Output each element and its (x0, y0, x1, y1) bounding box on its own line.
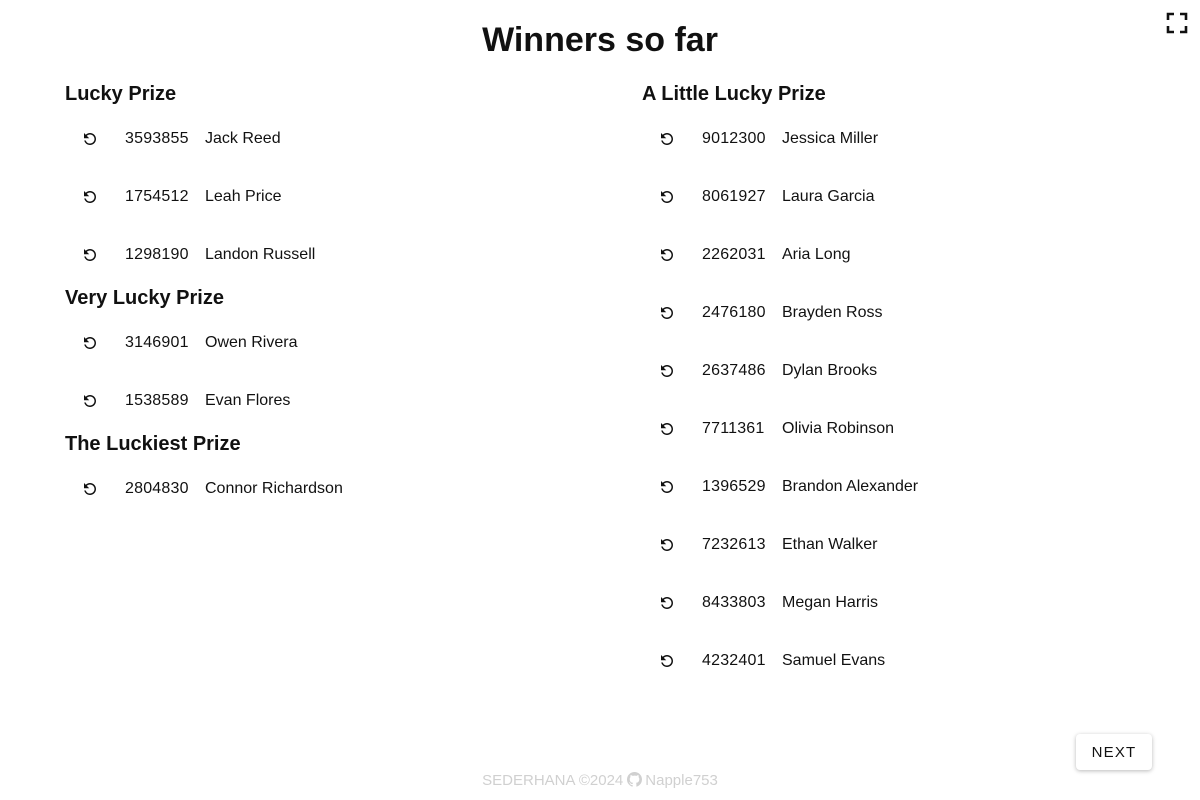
prize-column-right: A Little Lucky Prize 9012300 Jessica Mille… (642, 80, 1162, 690)
winner-row: 1538589 Evan Flores (65, 372, 585, 430)
reroll-button[interactable] (80, 245, 100, 265)
reroll-button[interactable] (80, 129, 100, 149)
refresh-icon (661, 481, 673, 493)
reroll-button[interactable] (80, 391, 100, 411)
reroll-button[interactable] (657, 187, 677, 207)
fullscreen-icon (1166, 12, 1188, 34)
winner-name: Laura Garcia (782, 188, 875, 205)
reroll-button[interactable] (657, 419, 677, 439)
winner-row: 7232613 Ethan Walker (642, 516, 1162, 574)
winner-ticket-number: 2637486 (702, 362, 766, 379)
refresh-icon (661, 307, 673, 319)
winner-ticket-number: 9012300 (702, 130, 766, 147)
refresh-icon (84, 249, 96, 261)
refresh-icon (661, 249, 673, 261)
winner-ticket-number: 1298190 (125, 246, 189, 263)
footer-brand: SEDERHANA ©2024 (482, 772, 624, 789)
fullscreen-button[interactable] (1166, 12, 1188, 34)
winner-name: Jessica Miller (782, 130, 879, 147)
winner-ticket-number: 1538589 (125, 392, 189, 409)
winner-row: 2637486 Dylan Brooks (642, 342, 1162, 400)
winner-name: Brandon Alexander (782, 478, 919, 495)
winner-row: 3146901 Owen Rivera (65, 314, 585, 372)
prize-section-title: The Luckiest Prize (65, 433, 241, 455)
reroll-button[interactable] (80, 333, 100, 353)
reroll-button[interactable] (657, 245, 677, 265)
winner-name: Aria Long (782, 246, 851, 263)
winner-list: 2804830 Connor Richardson (65, 460, 585, 518)
winner-ticket-number: 2262031 (702, 246, 766, 263)
winner-name: Dylan Brooks (782, 362, 878, 379)
refresh-icon (84, 133, 96, 145)
reroll-button[interactable] (657, 361, 677, 381)
winner-list: 3146901 Owen Rivera 1538589 Evan Flores (65, 314, 585, 430)
prize-column-left: Lucky Prize 3593855 Jack Reed 1754512 Leah P… (65, 80, 585, 518)
winner-row: 2804830 Connor Richardson (65, 460, 585, 518)
refresh-icon (84, 483, 96, 495)
winner-name: Evan Flores (205, 392, 291, 409)
winner-ticket-number: 4232401 (702, 652, 766, 669)
winner-name: Landon Russell (205, 246, 316, 263)
winner-ticket-number: 3593855 (125, 130, 189, 147)
winner-name: Connor Richardson (205, 480, 343, 497)
refresh-icon (661, 423, 673, 435)
winner-name: Brayden Ross (782, 304, 883, 321)
winner-name: Jack Reed (205, 130, 281, 147)
winner-name: Olivia Robinson (782, 420, 895, 437)
refresh-icon (661, 133, 673, 145)
winner-ticket-number: 7232613 (702, 536, 766, 553)
winner-ticket-number: 1754512 (125, 188, 189, 205)
refresh-icon (84, 191, 96, 203)
winner-ticket-number: 2804830 (125, 480, 189, 497)
github-icon (627, 772, 643, 787)
winner-ticket-number: 1396529 (702, 478, 766, 495)
footer: SEDERHANA ©2024 Napple753 (0, 771, 1200, 791)
refresh-icon (84, 395, 96, 407)
refresh-icon (661, 365, 673, 377)
winner-row: 2476180 Brayden Ross (642, 284, 1162, 342)
winner-row: 4232401 Samuel Evans (642, 632, 1162, 690)
winner-ticket-number: 2476180 (702, 304, 766, 321)
winner-row: 8061927 Laura Garcia (642, 168, 1162, 226)
prize-section-title: A Little Lucky Prize (642, 83, 826, 105)
reroll-button[interactable] (657, 477, 677, 497)
winner-row: 8433803 Megan Harris (642, 574, 1162, 632)
next-button[interactable]: NEXT (1076, 734, 1152, 770)
winner-name: Samuel Evans (782, 652, 886, 669)
winner-row: 1298190 Landon Russell (65, 226, 585, 284)
winner-ticket-number: 3146901 (125, 334, 189, 351)
winner-row: 7711361 Olivia Robinson (642, 400, 1162, 458)
winner-name: Ethan Walker (782, 536, 878, 553)
winner-row: 1396529 Brandon Alexander (642, 458, 1162, 516)
refresh-icon (661, 191, 673, 203)
prize-section-title: Lucky Prize (65, 83, 177, 105)
winner-ticket-number: 7711361 (702, 420, 765, 437)
reroll-button[interactable] (657, 303, 677, 323)
winner-row: 2262031 Aria Long (642, 226, 1162, 284)
winner-list: 9012300 Jessica Miller 8061927 Laura Garcia… (642, 110, 1162, 690)
winner-name: Leah Price (205, 188, 282, 205)
reroll-button[interactable] (657, 129, 677, 149)
refresh-icon (84, 337, 96, 349)
reroll-button[interactable] (80, 187, 100, 207)
footer-author-link[interactable]: Napple753 (645, 772, 718, 789)
winner-list: 3593855 Jack Reed 1754512 Leah Price 1298190… (65, 110, 585, 284)
reroll-button[interactable] (657, 535, 677, 555)
refresh-icon (661, 597, 673, 609)
winner-name: Megan Harris (782, 594, 879, 611)
reroll-button[interactable] (80, 479, 100, 499)
winners-page: Winners so far Lucky Prize 3593855 Jack Re… (0, 0, 1200, 800)
refresh-icon (661, 655, 673, 667)
winner-ticket-number: 8061927 (702, 188, 766, 205)
winner-row: 3593855 Jack Reed (65, 110, 585, 168)
winner-row: 1754512 Leah Price (65, 168, 585, 226)
page-title: Winners so far (482, 21, 718, 59)
winner-row: 9012300 Jessica Miller (642, 110, 1162, 168)
winner-ticket-number: 8433803 (702, 594, 766, 611)
reroll-button[interactable] (657, 651, 677, 671)
refresh-icon (661, 539, 673, 551)
prize-section-title: Very Lucky Prize (65, 287, 224, 309)
reroll-button[interactable] (657, 593, 677, 613)
winner-name: Owen Rivera (205, 334, 298, 351)
